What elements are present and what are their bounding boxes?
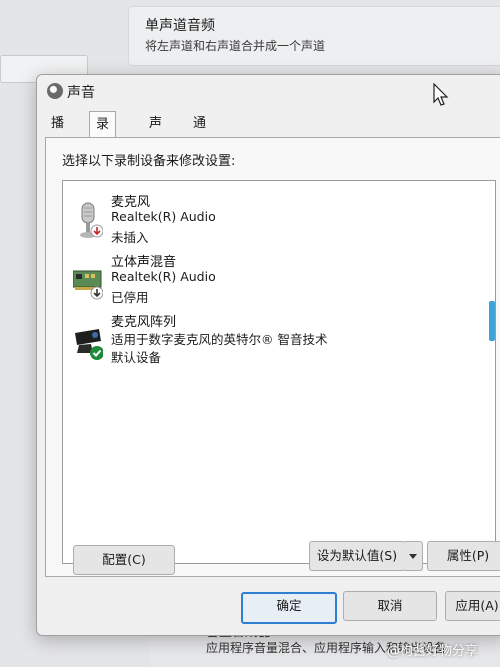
tab-communications[interactable]: 通信: [187, 113, 212, 153]
disabled-badge-icon: [90, 286, 103, 300]
instruction-text: 选择以下录制设备来修改设置:: [62, 154, 236, 169]
device-driver: Realtek(R) Audio: [111, 269, 216, 284]
dialog-titlebar[interactable]: 声音: [37, 75, 500, 107]
default-check-icon: [90, 346, 103, 360]
mono-audio-setting-card[interactable]: 单声道音频 将左声道和右声道合并成一个声道: [128, 6, 500, 66]
tab-recording[interactable]: 录制: [89, 111, 117, 158]
microphone-icon: [80, 202, 103, 238]
list-item-microphone-array[interactable]: 麦克风阵列 适用于数字麦克风的英特尔® 智音技术 默认设备: [63, 307, 483, 369]
set-default-button[interactable]: 设为默认值(S): [309, 541, 405, 571]
sound-dialog: 声音 播放 录制 声音 通信 选择以下录制设备来修改设置:: [36, 74, 500, 636]
properties-button[interactable]: 属性(P): [427, 541, 500, 571]
dialog-title: 声音: [67, 85, 95, 101]
device-status: 未插入: [111, 230, 149, 245]
mouse-cursor-icon: [433, 83, 449, 106]
device-driver: 适用于数字麦克风的英特尔® 智音技术: [111, 332, 328, 347]
device-status: 默认设备: [111, 350, 162, 365]
unplugged-badge-icon: [90, 224, 103, 238]
list-scrollbar[interactable]: [489, 301, 495, 341]
webcam-icon: [75, 329, 103, 360]
ok-button[interactable]: 确定: [241, 592, 337, 624]
device-name: 立体声混音: [111, 255, 177, 270]
device-status: 已停用: [111, 290, 149, 305]
tab-sounds[interactable]: 声音: [143, 113, 168, 153]
list-item-stereo-mix[interactable]: 立体声混音 Realtek(R) Audio 已停用: [63, 247, 483, 309]
list-item-microphone[interactable]: 麦克风 Realtek(R) Audio 未插入: [63, 187, 483, 249]
watermark-text: @枸酱好物分享: [386, 644, 478, 659]
apply-button[interactable]: 应用(A): [445, 591, 500, 621]
cancel-button[interactable]: 取消: [343, 591, 437, 621]
speaker-app-icon: [47, 83, 63, 99]
sound-card-icon: [73, 270, 103, 300]
mono-audio-description: 将左声道和右声道合并成一个声道: [145, 39, 326, 53]
recording-device-list: 麦克风 Realtek(R) Audio 未插入 立体声混音 Realtek(R…: [62, 180, 496, 564]
configure-button[interactable]: 配置(C): [73, 545, 175, 575]
device-name: 麦克风: [111, 195, 151, 210]
mono-audio-title: 单声道音频: [145, 18, 215, 34]
recording-tab-panel: 选择以下录制设备来修改设置: 麦克风 Realtek(R) Audio 未插入 …: [45, 137, 500, 577]
set-default-dropdown-arrow[interactable]: [404, 541, 423, 571]
tab-playback[interactable]: 播放: [45, 113, 70, 153]
device-driver: Realtek(R) Audio: [111, 209, 216, 224]
device-name: 麦克风阵列: [111, 315, 177, 330]
